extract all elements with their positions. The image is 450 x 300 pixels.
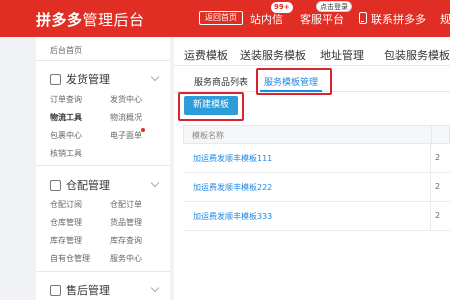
messages-link[interactable]: 站内信 bbox=[250, 11, 283, 27]
login-hint-badge[interactable]: 点击登录 bbox=[316, 1, 352, 12]
sidebar-item-order-query[interactable]: 订单查询 bbox=[50, 94, 82, 105]
sidebar-item-wms-orders[interactable]: 仓配订单 bbox=[110, 199, 142, 210]
tab-freight-template[interactable]: 运费模板 bbox=[184, 47, 228, 63]
rules-link[interactable]: 规 bbox=[440, 11, 450, 27]
sidebar-divider bbox=[36, 60, 170, 61]
phone-icon bbox=[359, 12, 367, 24]
sidebar-item-e-waybill[interactable]: 电子面单 bbox=[110, 130, 142, 141]
sidebar-divider bbox=[36, 165, 170, 166]
sidebar-item-stock-query[interactable]: 库存查询 bbox=[110, 235, 142, 246]
table-header: 模板名称 bbox=[183, 125, 450, 145]
sidebar-item-own-warehouse[interactable]: 自有仓管理 bbox=[50, 253, 90, 264]
messages-count-badge: 99+ bbox=[271, 2, 293, 13]
template-name-link[interactable]: 加运费发顺丰模板222 bbox=[193, 182, 272, 193]
back-home-button[interactable]: 返回首页 bbox=[199, 11, 243, 25]
template-name-link[interactable]: 加运费发顺丰模板111 bbox=[193, 153, 272, 164]
sidebar-item-service-center[interactable]: 服务中心 bbox=[110, 253, 142, 264]
new-dot-indicator bbox=[141, 128, 145, 132]
sidebar-item-logistics-overview[interactable]: 物流概况 bbox=[110, 112, 142, 123]
sidebar: 后台首页 发货管理 订单查询 发货中心 物流工具 物流概况 包裹中心 电子面单 … bbox=[36, 37, 170, 300]
table-cell: 2 bbox=[435, 182, 441, 191]
highlight-box-button bbox=[178, 92, 244, 121]
warehouse-icon bbox=[50, 179, 61, 191]
chevron-down-icon[interactable] bbox=[150, 72, 160, 82]
table-row: 加运费发顺丰模板333 2 bbox=[183, 202, 450, 231]
sidebar-group-title: 仓配管理 bbox=[66, 179, 110, 192]
sidebar-group-warehouse[interactable]: 仓配管理 bbox=[50, 177, 110, 193]
tab-packaging-template[interactable]: 包装服务模板 bbox=[384, 47, 450, 63]
tab-address-mgmt[interactable]: 地址管理 bbox=[320, 47, 364, 63]
main-content: 运费模板 送装服务模板 地址管理 包装服务模板 服务商品列表 服务模板管理 新建… bbox=[174, 37, 450, 300]
sidebar-group-title: 发货管理 bbox=[66, 73, 110, 86]
sidebar-item-verify-tools[interactable]: 核销工具 bbox=[50, 148, 82, 159]
tab-service-goods-list[interactable]: 服务商品列表 bbox=[194, 75, 248, 88]
chevron-down-icon[interactable] bbox=[150, 283, 160, 293]
sidebar-home-link[interactable]: 后台首页 bbox=[50, 45, 82, 56]
template-name-link[interactable]: 加运费发顺丰模板333 bbox=[193, 211, 272, 222]
sidebar-group-after-sales[interactable]: 售后管理 bbox=[50, 282, 110, 298]
shield-icon bbox=[50, 284, 61, 296]
sidebar-item-logistics-tools[interactable]: 物流工具 bbox=[50, 112, 82, 123]
sidebar-item-stock-mgmt[interactable]: 库存管理 bbox=[50, 235, 82, 246]
top-bar: 拼多多管理后台 返回首页 站内信 99+ 客服平台 点击登录 联系拼多多 规 bbox=[0, 0, 450, 37]
highlight-box-tab bbox=[256, 68, 332, 95]
sidebar-item-goods-mgmt[interactable]: 货品管理 bbox=[110, 217, 142, 228]
chevron-down-icon[interactable] bbox=[150, 178, 160, 188]
table-cell: 2 bbox=[435, 153, 441, 162]
sidebar-divider bbox=[36, 271, 170, 272]
service-platform-link[interactable]: 客服平台 bbox=[300, 11, 344, 27]
column-divider bbox=[430, 173, 431, 202]
sidebar-item-wms-subscribe[interactable]: 仓配订阅 bbox=[50, 199, 82, 210]
contact-pdd-link[interactable]: 联系拼多多 bbox=[371, 11, 426, 27]
sidebar-item-package-center[interactable]: 包裹中心 bbox=[50, 130, 82, 141]
tab-delivery-install-template[interactable]: 送装服务模板 bbox=[240, 47, 306, 63]
table-row: 加运费发顺丰模板111 2 bbox=[183, 144, 450, 173]
logo-brand: 拼多多 bbox=[36, 11, 83, 29]
table-cell: 2 bbox=[435, 211, 441, 220]
sidebar-group-title: 售后管理 bbox=[66, 284, 110, 297]
sidebar-item-shipping-center[interactable]: 发货中心 bbox=[110, 94, 142, 105]
tab-divider bbox=[174, 65, 450, 66]
shipping-icon bbox=[50, 73, 61, 85]
sidebar-group-shipping[interactable]: 发货管理 bbox=[50, 71, 110, 87]
column-divider bbox=[430, 144, 431, 173]
app-logo[interactable]: 拼多多管理后台 bbox=[36, 9, 145, 30]
column-divider bbox=[430, 202, 431, 231]
sidebar-item-warehouse-mgmt[interactable]: 仓库管理 bbox=[50, 217, 82, 228]
column-header-template-name: 模板名称 bbox=[192, 131, 224, 140]
table-row: 加运费发顺丰模板222 2 bbox=[183, 173, 450, 202]
logo-subtitle: 管理后台 bbox=[82, 11, 145, 29]
column-divider bbox=[431, 126, 432, 145]
